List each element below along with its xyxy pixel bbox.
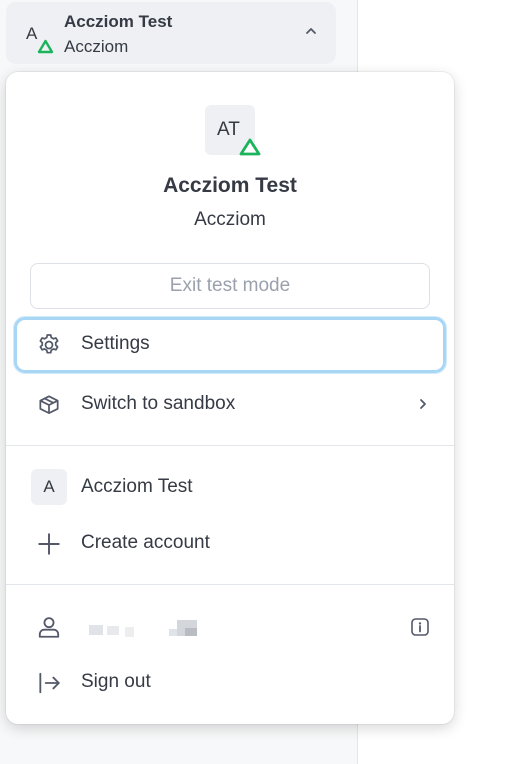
chevron-up-icon <box>306 28 316 34</box>
info-icon[interactable] <box>410 617 430 637</box>
menu-divider <box>6 584 454 585</box>
exit-test-mode-button[interactable]: Exit test mode <box>30 263 430 309</box>
profile-avatar: AT <box>205 105 261 156</box>
switch-to-sandbox-label: Switch to sandbox <box>81 393 236 414</box>
profile-avatar-initials: AT <box>217 119 240 140</box>
settings-label: Settings <box>81 333 150 354</box>
menu-divider <box>6 445 454 446</box>
redacted-email <box>81 618 201 640</box>
page: A Accziom Test Accziom AT Accziom Test A… <box>0 0 530 764</box>
account-list-label: Accziom Test <box>81 476 193 497</box>
user-icon <box>38 617 60 638</box>
cube-icon <box>39 395 59 414</box>
create-account-menu-item[interactable]: Create account <box>14 516 446 572</box>
account-dropdown-menu: AT Accziom Test Accziom Exit test mode S… <box>6 72 454 724</box>
settings-menu-item[interactable]: Settings <box>14 317 446 373</box>
switch-to-sandbox-menu-item[interactable]: Switch to sandbox <box>14 377 446 433</box>
account-switcher-button[interactable]: A Accziom Test Accziom <box>6 2 336 64</box>
user-profile-item <box>14 599 446 655</box>
profile-name: Accziom Test <box>163 174 297 197</box>
sign-out-icon <box>39 672 60 694</box>
plus-icon <box>38 533 60 555</box>
chevron-right-icon <box>420 399 426 409</box>
account-subtitle: Accziom <box>64 37 129 56</box>
account-avatar: A <box>26 24 62 54</box>
create-account-label: Create account <box>81 532 210 553</box>
account-list-item[interactable]: A Accziom Test <box>14 460 446 516</box>
account-avatar: A <box>31 469 67 505</box>
account-avatar-letter: A <box>26 24 38 43</box>
account-name: Accziom Test <box>64 12 173 31</box>
sign-out-menu-item[interactable]: Sign out <box>14 655 446 711</box>
gear-icon <box>39 334 59 354</box>
green-triangle-icon <box>37 39 54 54</box>
green-triangle-icon <box>239 138 261 156</box>
profile-subtitle: Accziom <box>194 209 266 230</box>
sign-out-label: Sign out <box>81 671 151 692</box>
